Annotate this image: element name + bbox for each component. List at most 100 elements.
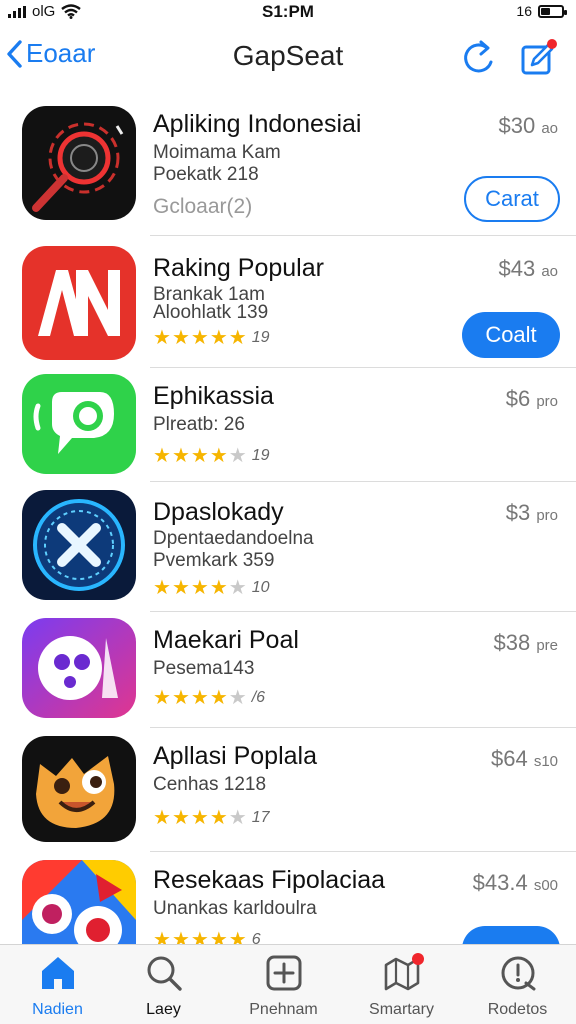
star-icon: ★ (153, 807, 171, 829)
tab-label: Pnehnam (249, 1001, 318, 1018)
app-icon-music[interactable] (22, 618, 136, 718)
star-icon: ★ (209, 445, 228, 467)
app-icon-cat[interactable] (22, 736, 136, 842)
star-icon: ★ (209, 327, 228, 349)
app-icon-magnifier[interactable] (22, 106, 136, 220)
rating-stars: ★ ★ ★ ★ ★ 6 (153, 930, 261, 944)
update-icon (501, 956, 535, 991)
music-disc-icon (22, 618, 136, 718)
status-right: 16 (516, 3, 567, 19)
star-icon: ★ (228, 929, 247, 944)
app-subtitle: Cenhas 1218 (153, 774, 267, 795)
app-name: Apliking Indonesiai (153, 110, 362, 138)
star-icon: ★ (190, 929, 209, 944)
search-icon (147, 956, 182, 991)
list-item[interactable]: Maekari Poal Pesema143 ★ ★ ★ ★ ★/6 $38 pre (0, 612, 576, 728)
app-price: $43.4 s00 (472, 870, 558, 895)
app-icon-cross[interactable] (22, 490, 136, 600)
star-icon: ★ (190, 687, 209, 709)
app-subtitle: Plreatb: 26 (153, 414, 245, 435)
add-square-icon (266, 955, 301, 991)
star-icon: ★ (209, 807, 228, 829)
rating-count: 17 (251, 809, 270, 826)
tab-add[interactable]: Pnehnam (226, 951, 341, 1021)
star-icon: ★ (171, 327, 190, 349)
tab-search[interactable]: Laey (106, 951, 221, 1021)
refresh-button[interactable] (460, 38, 500, 78)
app-price: $30 ao (498, 113, 558, 138)
app-icon-chat[interactable] (22, 374, 136, 474)
app-name: Raking Popular (153, 254, 324, 282)
chat-bubble-icon (22, 374, 136, 474)
rating-stars: ★ ★ ★ ★ ★ 17 (153, 808, 269, 828)
star-icon: ★ (190, 807, 209, 829)
star-icon: ★ (228, 327, 247, 349)
list-item[interactable]: Resekaas Fipolaciaa Unankas karldoulra ★… (0, 852, 576, 944)
rating-count: 6 (251, 931, 261, 944)
star-icon: ★ (153, 687, 171, 709)
tab-label: Rodetos (487, 1001, 548, 1018)
app-list[interactable]: Apliking Indonesiai Moimama Kam Poekatk … (0, 96, 576, 944)
tab-label: Nadien (32, 1001, 83, 1018)
cross-badge-icon (22, 490, 136, 600)
list-item[interactable]: Apliking Indonesiai Moimama Kam Poekatk … (0, 96, 576, 236)
app-subtitle: Unankas karldoulra (153, 898, 317, 919)
app-subtitle: Dpentaedandoelna (153, 528, 314, 549)
cat-face-icon (22, 736, 136, 842)
star-icon: ★ (171, 577, 190, 599)
app-icon-circles[interactable] (22, 860, 136, 944)
rating-count: 10 (251, 579, 270, 596)
tab-map[interactable]: Smartary (344, 951, 459, 1021)
star-icon: ★ (171, 929, 190, 944)
list-item[interactable]: Ephikassia Plreatb: 26 ★ ★ ★ ★ ★ 19 $6 pro (0, 368, 576, 482)
magnifier-icon (22, 106, 136, 220)
list-item[interactable]: Apllasi Poplala Cenhas 1218 ★ ★ ★ ★ ★ 17 $64 … (0, 728, 576, 852)
home-icon (41, 957, 74, 989)
get-button[interactable]: Carat (464, 176, 560, 222)
star-icon: ★ (228, 445, 247, 467)
battery-icon (538, 4, 567, 18)
rating-count: 19 (251, 329, 270, 346)
star-icon: ★ (171, 807, 190, 829)
rating-stars: ★ ★ ★ ★ ★ 19 (153, 328, 269, 348)
list-item[interactable]: Raking Popular Brankak 1am Aloohlatk 139… (0, 236, 576, 368)
rating-stars: ★ ★ ★ ★ ★/6 (153, 688, 265, 708)
notification-badge (412, 953, 424, 965)
app-meta: Aloohlatk 139 (153, 302, 269, 323)
tab-bar: Nadien Laey Pnehnam Smartary Rodetos (0, 944, 576, 1024)
colorful-circles-icon (22, 860, 136, 944)
tab-updates[interactable]: Rodetos (460, 951, 575, 1021)
app-icon-letters[interactable] (22, 246, 136, 360)
tab-label: Smartary (369, 1001, 434, 1018)
rating-stars: ★ ★ ★ ★ ★ 10 (153, 578, 269, 598)
compose-button[interactable] (518, 38, 558, 78)
status-bar: olG S1:PM 16 (0, 0, 576, 26)
get-button[interactable]: Coalt (462, 312, 560, 358)
tab-label: Laey (146, 1001, 181, 1018)
tab-home[interactable]: Nadien (0, 951, 115, 1021)
battery-label: 16 (516, 3, 532, 19)
app-meta: Pvemkark 359 (153, 550, 275, 571)
list-item[interactable]: Dpaslokady Dpentaedandoelna Pvemkark 359… (0, 482, 576, 612)
app-name: Resekaas Fipolaciaa (153, 866, 386, 894)
app-meta: Poekatk 218 (153, 164, 259, 185)
app-name: Ephikassia (153, 382, 274, 410)
app-price: $3 pro (505, 500, 558, 525)
refresh-icon (464, 40, 493, 73)
star-icon: ★ (190, 327, 209, 349)
star-icon: ★ (209, 687, 228, 709)
app-review-count: Gcloaar(2) (153, 195, 253, 218)
app-price: $6 pro (505, 386, 558, 411)
star-icon: ★ (190, 445, 209, 467)
star-icon: ★ (171, 445, 190, 467)
star-icon: ★ (228, 687, 247, 709)
app-price: $43 ao (498, 256, 558, 281)
star-icon: ★ (190, 577, 209, 599)
rating-stars: ★ ★ ★ ★ ★ 19 (153, 446, 269, 466)
star-icon: ★ (228, 807, 247, 829)
star-icon: ★ (209, 929, 228, 944)
rating-count: /6 (251, 689, 266, 706)
app-subtitle: Moimama Kam (153, 142, 281, 163)
get-button[interactable] (462, 926, 560, 944)
app-name: Apllasi Poplala (153, 742, 317, 770)
